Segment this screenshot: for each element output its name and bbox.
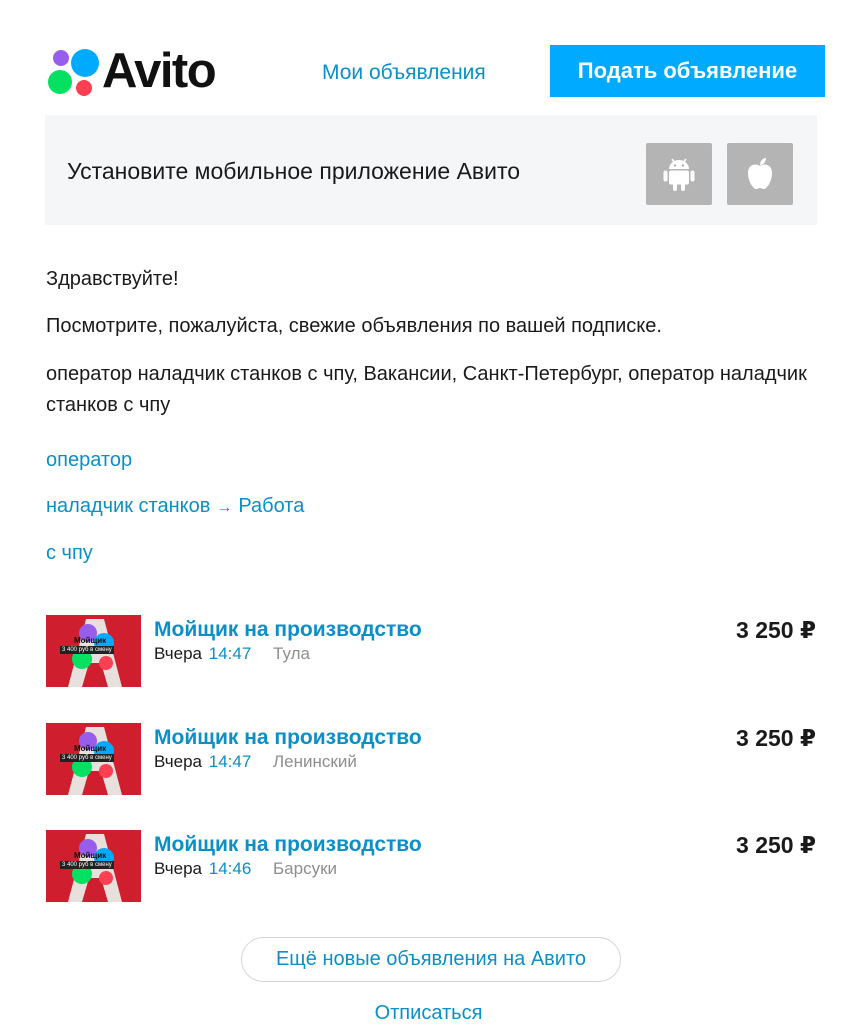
listing-item[interactable]: Мойщик 3 400 руб в смену Мойщик на произ… (46, 615, 816, 687)
listing-time: 14:47 (208, 644, 252, 663)
listing-location: Барсуки (273, 859, 338, 878)
thumb-sublabel: 3 400 руб в смену (60, 861, 114, 869)
listing-title[interactable]: Мойщик на производство (154, 725, 422, 751)
thumb-label: Мойщик (74, 636, 107, 645)
listing-day: Вчера (154, 859, 202, 878)
listing-price: 3 250 ₽ (736, 725, 816, 751)
app-banner: Установите мобильное приложение Авито (45, 115, 817, 225)
my-ads-link[interactable]: Мои объявления (322, 60, 486, 86)
app-banner-text: Установите мобильное приложение Авито (67, 158, 521, 184)
listing-day: Вчера (154, 752, 202, 771)
tag-link-cnc[interactable]: с чпу (46, 540, 93, 566)
thumb-label: Мойщик (74, 744, 107, 753)
logo-text: Avito (102, 44, 217, 98)
unsubscribe-link[interactable]: Отписаться (0, 1000, 857, 1026)
listing-thumbnail[interactable]: Мойщик 3 400 руб в смену (46, 615, 141, 687)
avito-logo[interactable]: Avito (46, 44, 236, 100)
apple-app-button[interactable] (727, 143, 793, 205)
more-listings-button[interactable]: Ещё новые объявления на Авито (241, 937, 621, 982)
listing-time: 14:46 (208, 859, 252, 878)
apple-icon (748, 158, 772, 189)
listing-time: 14:47 (208, 752, 252, 771)
thumb-sublabel: 3 400 руб в смену (60, 754, 114, 762)
listing-title[interactable]: Мойщик на производство (154, 617, 422, 643)
listing-day: Вчера (154, 644, 202, 663)
listing-location: Ленинский (273, 752, 357, 771)
avito-logo-icon (48, 49, 99, 96)
greeting: Здравствуйте! (46, 268, 179, 290)
listing-price: 3 250 ₽ (736, 832, 816, 858)
listing-thumbnail[interactable]: Мойщик 3 400 руб в смену (46, 723, 141, 795)
listing-meta: Вчера 14:47 Ленинский (154, 751, 357, 773)
subscription-text: оператор наладчик станков с чпу, Ваканси… (46, 363, 807, 416)
thumb-label: Мойщик (74, 851, 107, 860)
intro-text: Посмотрите, пожалуйста, свежие объявлени… (46, 315, 662, 337)
thumb-sublabel: 3 400 руб в смену (60, 646, 114, 654)
listing-item[interactable]: Мойщик 3 400 руб в смену Мойщик на произ… (46, 723, 816, 795)
listing-price: 3 250 ₽ (736, 617, 816, 643)
android-app-button[interactable] (646, 143, 712, 205)
arrow-right-icon: → (216, 499, 233, 516)
listing-title[interactable]: Мойщик на производство (154, 832, 422, 858)
listing-location: Тула (273, 644, 310, 663)
header: Avito Мои объявления Подать объявление (0, 0, 857, 110)
post-ad-button[interactable]: Подать объявление (550, 45, 825, 97)
listing-item[interactable]: Мойщик 3 400 руб в смену Мойщик на произ… (46, 830, 816, 902)
tag-link-adjuster: наладчик станков → Работа (46, 493, 304, 521)
tag-link-category[interactable]: Работа (238, 495, 304, 517)
listing-meta: Вчера 14:47 Тула (154, 643, 310, 665)
tag-link-adjuster-text[interactable]: наладчик станков (46, 495, 210, 517)
android-icon (663, 158, 695, 191)
listing-meta: Вчера 14:46 Барсуки (154, 858, 337, 880)
listing-thumbnail[interactable]: Мойщик 3 400 руб в смену (46, 830, 141, 902)
tag-link-operator[interactable]: оператор (46, 447, 132, 473)
